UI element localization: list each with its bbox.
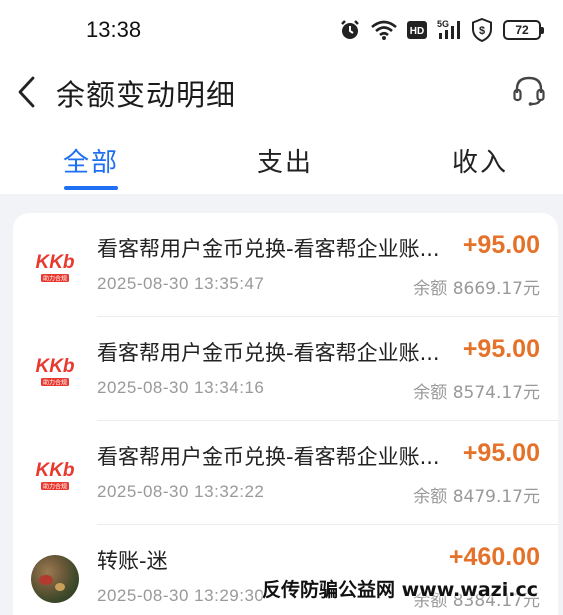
watermark-text: 反传防骗公益网 www.wazi.cc xyxy=(262,579,538,601)
headset-icon[interactable] xyxy=(511,73,547,109)
transaction-title: 看客帮用户金币兑换-看客帮企业账... xyxy=(97,237,440,261)
logo-text: KKb xyxy=(35,252,74,273)
transaction-list: KKb 助力合规 看客帮用户金币兑换-看客帮企业账... +95.00 2025… xyxy=(13,213,558,615)
tab-expense[interactable]: 支出 xyxy=(225,142,345,179)
transaction-balance: 余额 8669.17元 xyxy=(413,279,540,299)
svg-text:5G: 5G xyxy=(437,19,449,29)
battery-indicator: 72 xyxy=(503,20,544,40)
kkb-logo-icon: KKb 助力合规 xyxy=(32,246,78,284)
svg-text:HD: HD xyxy=(410,26,424,37)
transaction-amount: +460.00 xyxy=(448,543,540,571)
transaction-title: 看客帮用户金币兑换-看客帮企业账... xyxy=(97,445,440,469)
transaction-amount: +95.00 xyxy=(462,439,540,467)
header: 余额变动明细 xyxy=(0,56,563,128)
page-title: 余额变动明细 xyxy=(56,78,237,112)
transaction-amount: +95.00 xyxy=(462,335,540,363)
transaction-row[interactable]: KKb 助力合规 看客帮用户金币兑换-看客帮企业账... +95.00 2025… xyxy=(13,317,558,421)
svg-text:$: $ xyxy=(479,25,485,37)
status-bar: 13:38 HD 5G $ 72 xyxy=(0,0,563,56)
status-icons: HD 5G $ 72 xyxy=(339,17,544,43)
tab-all[interactable]: 全部 xyxy=(31,142,151,179)
user-photo-avatar xyxy=(31,555,79,603)
tab-income[interactable]: 收入 xyxy=(420,142,540,179)
status-time: 13:38 xyxy=(86,17,142,42)
chevron-left-icon[interactable] xyxy=(14,74,44,110)
kkb-logo-icon: KKb 助力合规 xyxy=(32,350,78,388)
transaction-balance: 余额 8574.17元 xyxy=(413,383,540,403)
hd-icon: HD xyxy=(407,21,427,39)
transaction-row[interactable]: KKb 助力合规 看客帮用户金币兑换-看客帮企业账... +95.00 2025… xyxy=(13,213,558,317)
transaction-time: 2025-08-30 13:35:47 xyxy=(97,274,265,293)
logo-text: KKb xyxy=(35,356,74,377)
transaction-time: 2025-08-30 13:34:16 xyxy=(97,378,265,397)
tab-active-indicator xyxy=(64,186,118,190)
screen: 13:38 HD 5G $ 72 余额变动明细 全部 支出 收入 KKb 助力合… xyxy=(0,0,563,615)
logo-subtext: 助力合规 xyxy=(43,483,67,491)
logo-subtext: 助力合规 xyxy=(43,379,67,387)
transaction-time: 2025-08-30 13:29:30 xyxy=(97,586,265,605)
transaction-title: 看客帮用户金币兑换-看客帮企业账... xyxy=(97,341,440,365)
tab-bar: 全部 支出 收入 xyxy=(0,128,563,194)
alarm-icon xyxy=(339,19,361,41)
kkb-logo-icon: KKb 助力合规 xyxy=(32,454,78,492)
wifi-icon xyxy=(371,20,397,40)
5g-signal-icon: 5G xyxy=(437,19,461,41)
logo-text: KKb xyxy=(35,460,74,481)
shield-dollar-icon: $ xyxy=(471,18,493,42)
transaction-row[interactable]: KKb 助力合规 看客帮用户金币兑换-看客帮企业账... +95.00 2025… xyxy=(13,421,558,525)
transaction-amount: +95.00 xyxy=(462,231,540,259)
transaction-title: 转账-迷 xyxy=(97,549,168,573)
transaction-balance: 余额 8479.17元 xyxy=(413,487,540,507)
logo-subtext: 助力合规 xyxy=(43,275,67,283)
transaction-time: 2025-08-30 13:32:22 xyxy=(97,482,265,501)
